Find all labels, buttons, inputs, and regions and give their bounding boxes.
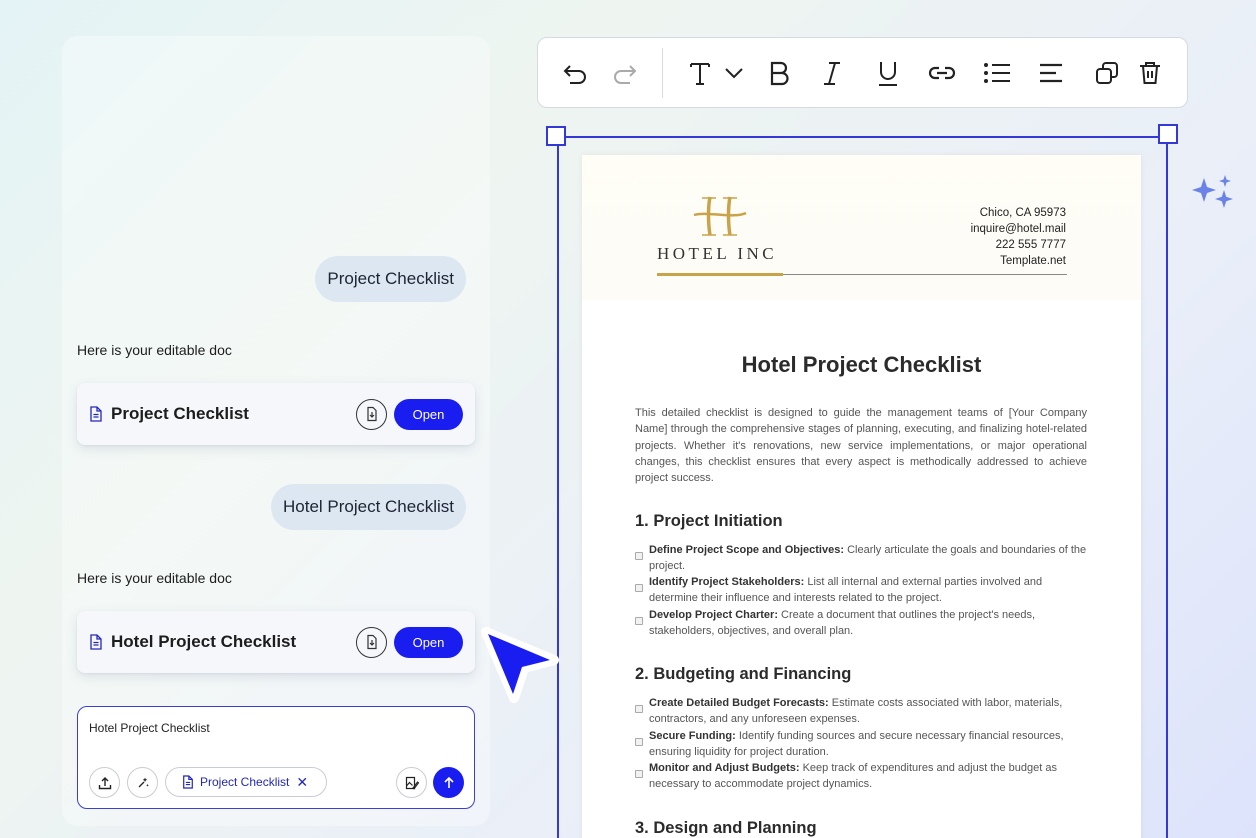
bold-button[interactable]: [763, 57, 795, 89]
download-icon: [366, 634, 377, 650]
magic-button[interactable]: [127, 767, 158, 798]
bold-icon: [770, 61, 789, 86]
redo-button[interactable]: [608, 57, 640, 89]
checklist-item-label: Define Project Scope and Objectives:: [649, 544, 845, 556]
checklist-item[interactable]: Define Project Scope and Objectives: Cle…: [635, 542, 1087, 575]
attached-doc-chip[interactable]: Project Checklist ✕: [165, 767, 327, 797]
italic-icon: [824, 62, 840, 85]
arrow-up-icon: [443, 776, 454, 788]
checklist-item[interactable]: Create Detailed Budget Forecasts: Estima…: [635, 695, 1087, 728]
user-message-text: Hotel Project Checklist: [282, 497, 454, 516]
chat-input-field[interactable]: Hotel Project Checklist: [89, 721, 210, 735]
close-icon[interactable]: ✕: [296, 774, 308, 791]
section-heading: 2. Budgeting and Financing: [635, 665, 852, 683]
align-left-button[interactable]: [1035, 57, 1067, 89]
checklist-item[interactable]: Monitor and Adjust Budgets: Keep track o…: [635, 760, 1087, 793]
redo-icon: [614, 65, 637, 84]
doc-card-title: Hotel Project Checklist: [111, 632, 297, 651]
resize-handle-top-left[interactable]: [546, 126, 566, 146]
open-button[interactable]: Open: [394, 626, 463, 658]
underline-icon: [879, 62, 897, 86]
document-intro: This detailed checklist is designed to g…: [635, 407, 1087, 485]
doc-card[interactable]: Project Checklist Open: [77, 383, 475, 445]
checklist-item[interactable]: Develop Project Charter: Create a docume…: [635, 607, 1087, 640]
header-accent-line: [657, 273, 783, 276]
chat-panel: Project Checklist Here is your editable …: [62, 36, 490, 826]
bullet-list-icon: [984, 63, 1010, 83]
contact-email: inquire@hotel.mail: [970, 223, 1066, 235]
link-button[interactable]: [926, 57, 958, 89]
checklist-item[interactable]: Secure Funding: Identify funding sources…: [635, 728, 1087, 761]
send-button[interactable]: [433, 767, 464, 798]
text-format-icon: [690, 63, 710, 85]
image-edit-icon: [405, 776, 419, 790]
delete-button[interactable]: [1134, 57, 1166, 89]
resize-handle-top-right[interactable]: [1158, 124, 1178, 144]
assistant-message-text: Here is your editable doc: [77, 570, 232, 586]
link-icon: [928, 66, 956, 80]
contact-phone: 222 555 7777: [995, 239, 1066, 251]
checklist-item-label: Secure Funding:: [649, 730, 736, 742]
download-icon: [366, 406, 377, 422]
assistant-message-text: Here is your editable doc: [77, 342, 232, 358]
checkbox[interactable]: [635, 738, 643, 746]
checklist-item[interactable]: Identify Project Stakeholders: List all …: [635, 574, 1087, 607]
duplicate-button[interactable]: [1091, 57, 1123, 89]
document-icon: [89, 634, 103, 650]
upload-button[interactable]: [89, 767, 120, 798]
checkbox[interactable]: [635, 770, 643, 778]
user-message: Hotel Project Checklist: [270, 484, 466, 530]
document-icon: [89, 406, 103, 422]
hotel-logo-icon: [693, 196, 747, 236]
user-message-text: Project Checklist: [327, 269, 454, 288]
underline-button[interactable]: [872, 57, 904, 89]
sparkle-wand-icon: [138, 777, 149, 787]
header-divider: [783, 274, 1067, 275]
bullet-list-button[interactable]: [981, 57, 1013, 89]
section-heading: 1. Project Initiation: [635, 512, 783, 530]
contact-address: Chico, CA 95973: [979, 207, 1066, 219]
toolbar-divider: [662, 48, 663, 98]
text-format-button[interactable]: [684, 57, 716, 89]
undo-icon: [563, 65, 586, 84]
chat-input-box[interactable]: Hotel Project Checklist Project Checklis…: [77, 706, 475, 809]
pointer-cursor-icon: [481, 627, 559, 703]
checkbox[interactable]: [635, 705, 643, 713]
section-heading: 3. Design and Planning: [635, 819, 817, 837]
user-message: Project Checklist: [315, 256, 466, 302]
undo-button[interactable]: [560, 57, 592, 89]
duplicate-icon: [1096, 62, 1118, 84]
doc-card[interactable]: Hotel Project Checklist Open: [77, 611, 475, 673]
chevron-down-icon: [725, 68, 743, 79]
checkbox[interactable]: [635, 617, 643, 625]
sparkle-icon: [1192, 175, 1233, 208]
checklist-item-label: Create Detailed Budget Forecasts:: [649, 697, 829, 709]
editor-toolbar: [537, 37, 1188, 108]
document-icon: [183, 775, 193, 789]
document-page[interactable]: HOTEL INC Chico, CA 95973 inquire@hotel.…: [582, 155, 1141, 838]
company-name: HOTEL INC: [657, 244, 778, 263]
doc-card-title: Project Checklist: [111, 404, 249, 423]
download-button[interactable]: [356, 398, 387, 430]
contact-website: Template.net: [1000, 255, 1066, 267]
contact-info: Chico, CA 95973 inquire@hotel.mail 222 5…: [971, 205, 1066, 269]
open-button[interactable]: Open: [394, 398, 463, 430]
italic-button[interactable]: [816, 57, 848, 89]
checklist-item-label: Identify Project Stakeholders:: [649, 576, 805, 588]
download-button[interactable]: [356, 626, 387, 658]
align-left-icon: [1040, 63, 1062, 83]
upload-icon: [98, 776, 111, 789]
checkbox[interactable]: [635, 552, 643, 560]
checklist-item-label: Develop Project Charter:: [649, 609, 778, 621]
checkbox[interactable]: [635, 584, 643, 592]
text-format-dropdown[interactable]: [718, 57, 750, 89]
chip-label: Project Checklist: [200, 775, 290, 789]
image-edit-button[interactable]: [396, 767, 427, 798]
document-title: Hotel Project Checklist: [741, 352, 982, 377]
delete-icon: [1140, 62, 1160, 84]
checklist-item-label: Monitor and Adjust Budgets:: [649, 762, 800, 774]
